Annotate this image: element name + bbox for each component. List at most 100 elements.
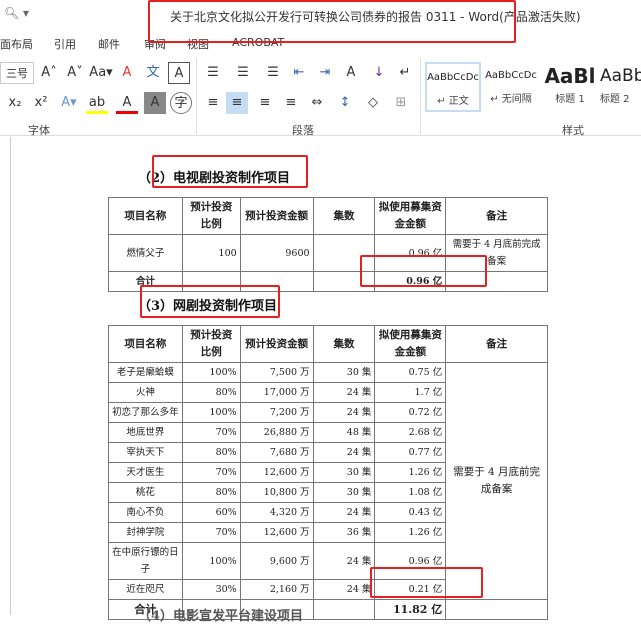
cell: 80% xyxy=(181,482,241,503)
phonetic-guide-icon[interactable]: 文 xyxy=(142,62,164,84)
cell: 24 集 xyxy=(312,542,376,580)
highlight-icon[interactable]: ab xyxy=(86,92,108,114)
style-normal[interactable]: AaBbCcDc ↵ 正文 xyxy=(425,62,481,112)
cell: 48 集 xyxy=(312,422,376,443)
col-header: 备注 xyxy=(445,197,548,235)
align-left-icon[interactable]: ≡ xyxy=(202,92,224,114)
show-marks-icon[interactable]: ↵ xyxy=(394,62,416,84)
cell: 7,200 万 xyxy=(239,402,314,423)
table-row: 老子是癞蛤蟆 100% 7,500 万 30 集 0.75 亿需要于 4 月底前完成备案 xyxy=(108,362,548,600)
document-page[interactable]: （2）电视剧投资制作项目 项目名称 预计投资比例 预计投资金额 集数 拟使用募集… xyxy=(0,137,641,624)
cell: 26,880 万 xyxy=(239,422,314,443)
print-preview-icon[interactable]: 🔍︎ ▾ xyxy=(4,6,29,20)
text-effects-icon[interactable]: A▾ xyxy=(58,92,80,114)
style-heading-1[interactable]: AaBl 标题 1 xyxy=(542,62,598,112)
align-right-icon[interactable]: ≡ xyxy=(254,92,276,114)
shading-icon[interactable]: ◇ xyxy=(362,92,384,114)
style-no-spacing[interactable]: AaBbCcDc ↵ 无间隔 xyxy=(483,62,539,112)
char-shading-icon[interactable]: A xyxy=(144,92,166,114)
grow-font-icon[interactable]: A˄ xyxy=(38,62,60,84)
cell: 1.7 亿 xyxy=(374,382,447,403)
cell: 0.77 亿 xyxy=(374,442,447,463)
cell: 初恋了那么多年 xyxy=(108,402,183,423)
cell: 24 集 xyxy=(312,579,376,600)
cell: 0.72 亿 xyxy=(374,402,447,423)
divider xyxy=(196,58,197,134)
cell: 100% xyxy=(181,362,241,383)
tab-layout[interactable]: 面布局 xyxy=(0,36,33,52)
borders-icon[interactable]: ⊞ xyxy=(390,92,412,114)
col-header: 预计投资金额 xyxy=(239,325,314,363)
cell: 0.43 亿 xyxy=(374,502,447,523)
style-heading-2[interactable]: AaBbC 标题 2 xyxy=(600,62,641,112)
char-border-icon[interactable]: A xyxy=(168,62,190,84)
clear-format-icon[interactable]: A xyxy=(116,62,138,84)
cell: 封神学院 xyxy=(108,522,183,543)
cell: 近在咫尺 xyxy=(108,579,183,600)
decrease-indent-icon[interactable]: ⇤ xyxy=(288,62,310,84)
cell: 24 集 xyxy=(312,382,376,403)
subscript-icon[interactable]: x₂ xyxy=(4,92,26,114)
multilevel-list-icon[interactable]: ☰ xyxy=(262,62,284,84)
numbering-icon[interactable]: ☰ xyxy=(232,62,254,84)
cell: 100% xyxy=(181,542,241,580)
cell: 地底世界 xyxy=(108,422,183,443)
cell: 12,600 万 xyxy=(239,522,314,543)
style-label: ↵ 无间隔 xyxy=(490,94,532,105)
col-header: 项目名称 xyxy=(108,325,183,363)
style-label: 标题 2 xyxy=(600,94,630,105)
style-preview: AaBl xyxy=(544,64,596,88)
increase-indent-icon[interactable]: ⇥ xyxy=(314,62,336,84)
col-header: 项目名称 xyxy=(108,197,183,235)
cell: 2.68 亿 xyxy=(374,422,447,443)
font-color-icon[interactable]: A xyxy=(116,92,138,114)
superscript-icon[interactable]: x² xyxy=(30,92,52,114)
change-case-icon[interactable]: Aa▾ xyxy=(88,62,114,84)
shrink-font-icon[interactable]: A˅ xyxy=(64,62,86,84)
group-label-font: 字体 xyxy=(28,124,50,137)
sort-icon[interactable]: ↓ xyxy=(368,62,390,84)
font-size-select[interactable]: 三号 xyxy=(0,62,34,84)
cell: 100% xyxy=(181,402,241,423)
cell: 4,320 万 xyxy=(239,502,314,523)
distribute-icon[interactable]: ⇔ xyxy=(306,92,328,114)
style-preview: AaBbC xyxy=(600,66,641,86)
note-cell: 需要于 4 月底前完成备案 xyxy=(445,362,548,600)
highlight-box-total1 xyxy=(360,255,487,287)
cell: 1.26 亿 xyxy=(374,522,447,543)
cell: 桃花 xyxy=(108,482,183,503)
cell: 9,600 万 xyxy=(239,542,314,580)
cell: 0.75 亿 xyxy=(374,362,447,383)
style-preview: AaBbCcDc xyxy=(427,72,479,83)
page-edge xyxy=(10,137,11,615)
chinese-layout-icon[interactable]: A xyxy=(340,62,362,84)
tab-mailings[interactable]: 邮件 xyxy=(98,36,120,52)
cell: 70% xyxy=(181,422,241,443)
cell: 宰执天下 xyxy=(108,442,183,463)
cell: 100 xyxy=(181,234,241,272)
col-header: 拟使用募集资金金额 xyxy=(374,197,447,235)
cell: 天才医生 xyxy=(108,462,183,483)
cell: 60% xyxy=(181,502,241,523)
table-header-row: 项目名称 预计投资比例 预计投资金额 集数 拟使用募集资金金额 备注 xyxy=(108,197,548,235)
highlight-box-title xyxy=(148,0,516,43)
align-center-icon[interactable]: ≡ xyxy=(226,92,248,114)
enclose-char-icon[interactable]: 字 xyxy=(170,92,192,114)
table-header-row: 项目名称 预计投资比例 预计投资金额 集数 拟使用募集资金金额 备注 xyxy=(108,325,548,363)
cell: 火神 xyxy=(108,382,183,403)
style-preview: AaBbCcDc xyxy=(485,70,537,81)
line-spacing-icon[interactable]: ↕ xyxy=(334,92,356,114)
justify-icon[interactable]: ≡ xyxy=(280,92,302,114)
divider xyxy=(420,58,421,134)
cell: 南心不负 xyxy=(108,502,183,523)
bullets-icon[interactable]: ☰ xyxy=(202,62,224,84)
cell: 7,500 万 xyxy=(239,362,314,383)
col-header: 备注 xyxy=(445,325,548,363)
cell: 12,600 万 xyxy=(239,462,314,483)
tab-references[interactable]: 引用 xyxy=(54,36,76,52)
cell: 36 集 xyxy=(312,522,376,543)
cell: 80% xyxy=(181,442,241,463)
col-header: 集数 xyxy=(312,197,376,235)
col-header: 预计投资比例 xyxy=(181,197,241,235)
style-label: 标题 1 xyxy=(555,94,585,105)
